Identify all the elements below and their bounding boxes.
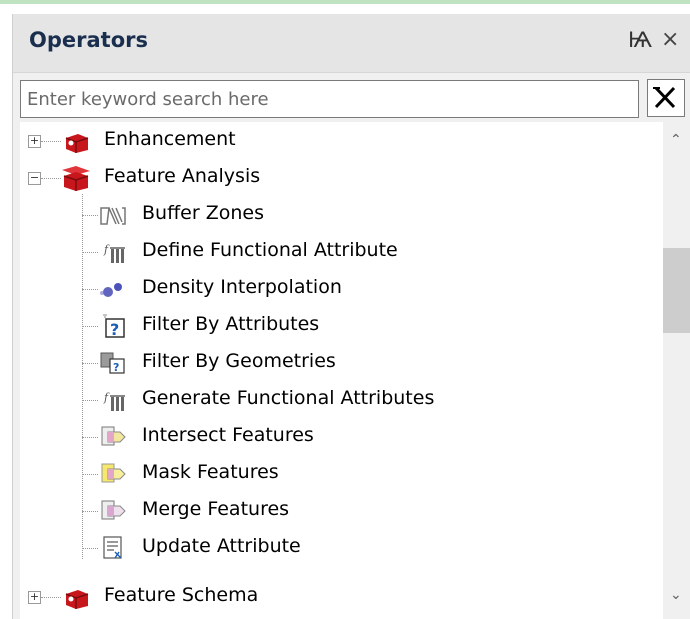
operators-tree[interactable]: + Enhancement − Feature Analysis Buffer … xyxy=(20,122,663,619)
tree-group-label: Feature Schema xyxy=(104,584,259,606)
tree-item-label: Filter By Attributes xyxy=(142,313,320,335)
tree-connector xyxy=(82,215,98,216)
tree-item-filter-by-geometries[interactable]: ? Filter By Geometries xyxy=(20,344,663,381)
tree-connector xyxy=(41,141,61,142)
tree-item-label: Generate Functional Attributes xyxy=(142,387,435,409)
tree-connector xyxy=(82,437,98,438)
density-icon xyxy=(100,283,122,297)
tree-group-feature-analysis[interactable]: − Feature Analysis xyxy=(20,159,663,196)
tree-group-feature-schema[interactable]: + Feature Schema xyxy=(20,578,663,615)
merge-icon xyxy=(101,500,126,520)
tree-item-update-attribute[interactable]: Update Attribute xyxy=(20,529,663,566)
functional-attribute-icon: f xyxy=(103,243,125,263)
expand-icon[interactable]: + xyxy=(28,135,41,148)
tree-connector xyxy=(82,474,98,475)
search-input[interactable] xyxy=(20,80,639,118)
scroll-up-icon[interactable]: ⌃ xyxy=(670,132,682,148)
tree-connector xyxy=(41,597,61,598)
tree-item-generate-functional-attributes[interactable]: f Generate Functional Attributes xyxy=(20,381,663,418)
tree-connector xyxy=(82,289,98,290)
tree-item-label: Intersect Features xyxy=(142,424,314,446)
tree-item-merge-features[interactable]: Merge Features xyxy=(20,492,663,529)
red-toolbox-icon xyxy=(65,590,89,609)
update-attribute-icon xyxy=(103,536,122,559)
tree-connector xyxy=(82,252,98,253)
top-accent-line xyxy=(0,0,690,4)
tree-connector xyxy=(82,511,98,512)
panel-titlebar: Operators Ѩ × xyxy=(13,14,690,73)
svg-text:?: ? xyxy=(110,320,119,339)
tree-item-define-functional-attribute[interactable]: f Define Functional Attribute xyxy=(20,233,663,270)
expand-icon[interactable]: + xyxy=(28,591,41,604)
tree-item-label: Filter By Geometries xyxy=(142,350,336,372)
vertical-scrollbar[interactable]: ⌃ ⌄ xyxy=(663,122,690,619)
tree-connector xyxy=(41,178,61,179)
red-toolbox-icon xyxy=(65,134,89,153)
tree-connector xyxy=(82,326,98,327)
tree-item-buffer-zones[interactable]: Buffer Zones xyxy=(20,196,663,233)
tree-item-density-interpolation[interactable]: Density Interpolation xyxy=(20,270,663,307)
tree-item-filter-by-attributes[interactable]: ? Filter By Attributes xyxy=(20,307,663,344)
svg-text:f: f xyxy=(103,391,110,404)
filter-geometries-icon: ? xyxy=(100,352,125,374)
collapse-icon[interactable]: − xyxy=(28,172,41,185)
tree-item-label: Mask Features xyxy=(142,461,279,483)
tree-connector xyxy=(82,363,98,364)
panel-title: Operators xyxy=(29,28,148,52)
tree-item-intersect-features[interactable]: Intersect Features xyxy=(20,418,663,455)
tree-group-label: Enhancement xyxy=(104,128,236,150)
scrollbar-thumb[interactable] xyxy=(663,248,690,333)
pin-icon[interactable]: Ѩ xyxy=(628,28,652,52)
red-toolbox-open-icon xyxy=(62,166,90,191)
clear-icon xyxy=(653,86,676,109)
intersect-icon xyxy=(101,426,126,446)
scroll-down-icon[interactable]: ⌄ xyxy=(670,587,682,603)
clear-search-button[interactable] xyxy=(647,79,685,117)
tree-group-label: Feature Analysis xyxy=(104,165,261,187)
filter-attributes-icon: ? xyxy=(103,314,125,339)
buffer-zones-icon xyxy=(100,207,126,225)
tree-item-label: Buffer Zones xyxy=(142,202,264,224)
tree-group-enhancement[interactable]: + Enhancement xyxy=(20,122,663,159)
tree-connector xyxy=(82,548,98,549)
tree-connector xyxy=(82,400,98,401)
tree-item-label: Update Attribute xyxy=(142,535,301,557)
tree-item-label: Density Interpolation xyxy=(142,276,342,298)
tree-item-label: Define Functional Attribute xyxy=(142,239,398,261)
mask-icon xyxy=(101,463,126,483)
svg-text:f: f xyxy=(103,243,110,256)
close-icon[interactable]: × xyxy=(661,27,679,52)
tree-item-label: Merge Features xyxy=(142,498,290,520)
svg-text:?: ? xyxy=(113,361,119,374)
functional-attribute-icon: f xyxy=(103,391,125,411)
tree-item-mask-features[interactable]: Mask Features xyxy=(20,455,663,492)
